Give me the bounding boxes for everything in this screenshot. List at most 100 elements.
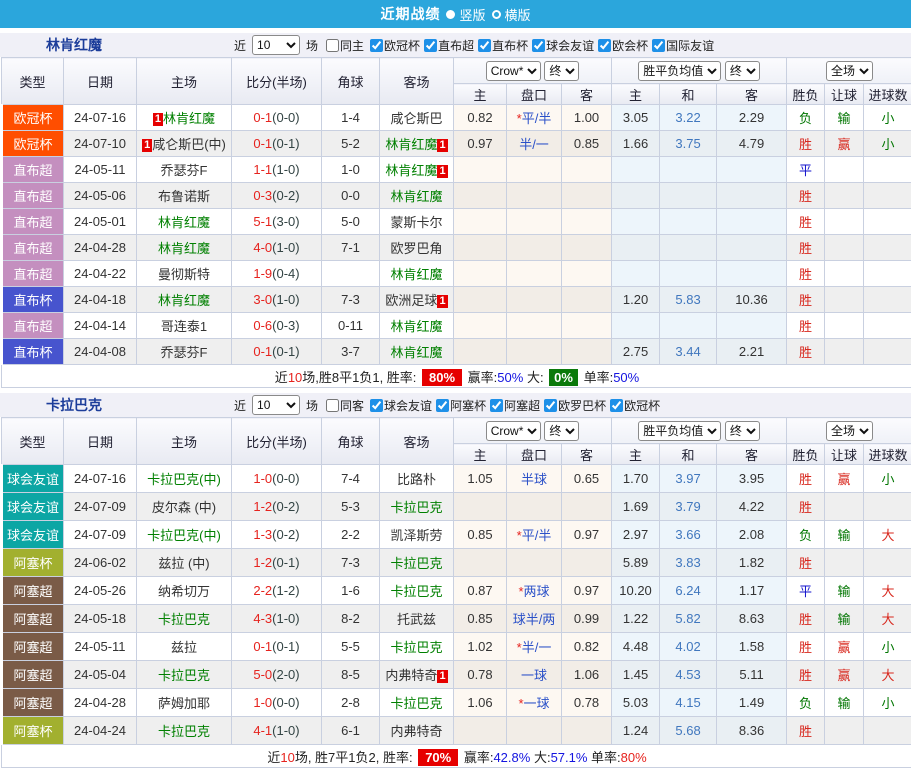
league-filter-input[interactable] bbox=[478, 39, 491, 52]
avg-odds-cell: 8.36 bbox=[717, 717, 787, 745]
fulltime-score: 1-2 bbox=[253, 555, 272, 570]
match-count-select[interactable]: 10 bbox=[252, 35, 300, 55]
odds-cell bbox=[562, 209, 612, 235]
halftime-score: (0-2) bbox=[272, 527, 299, 542]
scope-group-header: 全场 bbox=[787, 58, 911, 84]
league-filter-input[interactable] bbox=[436, 399, 449, 412]
home-team-name: 乔瑟芬F bbox=[161, 163, 208, 178]
col-odds-home: 主 bbox=[454, 444, 507, 465]
avg-odds-cell: 5.11 bbox=[717, 661, 787, 689]
league-filter-checkbox[interactable]: 欧罗巴杯 bbox=[540, 397, 606, 414]
handicap-result-cell: 赢 bbox=[825, 465, 864, 493]
wdl-result-cell: 胜 bbox=[787, 493, 825, 521]
odds-cell bbox=[454, 157, 507, 183]
league-filter-checkbox[interactable]: 阿塞杯 bbox=[432, 397, 486, 414]
home-team-cell: 卡拉巴克 bbox=[137, 661, 232, 689]
league-filter-input[interactable] bbox=[532, 39, 545, 52]
odds-cell: 0.97 bbox=[562, 521, 612, 549]
league-type-cell: 直布超 bbox=[2, 313, 64, 339]
league-filter-checkbox[interactable]: 欧会杯 bbox=[594, 37, 648, 54]
league-filter-input[interactable] bbox=[490, 399, 503, 412]
summary-segment: 50% bbox=[613, 370, 639, 385]
halftime-score: (0-0) bbox=[272, 695, 299, 710]
handicap-result-cell bbox=[825, 261, 864, 287]
avg-odds-cell: 4.48 bbox=[612, 633, 660, 661]
date-cell: 24-04-14 bbox=[64, 313, 137, 339]
away-team-name: 内弗特奇 bbox=[385, 668, 437, 683]
date-cell: 24-05-04 bbox=[64, 661, 137, 689]
home-team-cell: 兹拉 (中) bbox=[137, 549, 232, 577]
avg-odds-cell: 3.95 bbox=[717, 465, 787, 493]
league-type-cell: 阿塞超 bbox=[2, 577, 64, 605]
same-venue-input[interactable] bbox=[326, 39, 339, 52]
same-venue-checkbox[interactable]: 同主 bbox=[322, 37, 364, 54]
corner-cell: 3-7 bbox=[322, 339, 380, 365]
league-filter-checkbox[interactable]: 阿塞超 bbox=[486, 397, 540, 414]
avg-odds-cell: 1.17 bbox=[717, 577, 787, 605]
home-team-name: 纳希切万 bbox=[158, 584, 210, 599]
score-cell: 4-0(1-0) bbox=[232, 235, 322, 261]
league-filter-label: 直布杯 bbox=[492, 37, 528, 54]
layout-horizontal-label: 横版 bbox=[505, 5, 531, 24]
fulltime-score: 0-6 bbox=[253, 318, 272, 333]
wdl-result-cell: 平 bbox=[787, 577, 825, 605]
date-cell: 24-04-08 bbox=[64, 339, 137, 365]
radio-unselected-icon bbox=[492, 10, 501, 19]
league-filter-checkbox[interactable]: 直布杯 bbox=[474, 37, 528, 54]
scope-select[interactable]: 全场 bbox=[826, 61, 873, 81]
odds-company-select[interactable]: Crow* bbox=[486, 421, 541, 441]
same-venue-input[interactable] bbox=[326, 399, 339, 412]
home-team-cell: 萨姆加耶 bbox=[137, 689, 232, 717]
league-filter-checkbox[interactable]: 直布超 bbox=[420, 37, 474, 54]
avg-time-select[interactable]: 终 bbox=[725, 61, 760, 81]
league-filter-checkbox[interactable]: 欧冠杯 bbox=[606, 397, 660, 414]
avg-type-select[interactable]: 胜平负均值 bbox=[638, 61, 721, 81]
odds-cell: 0.97 bbox=[562, 577, 612, 605]
away-team-cell: 凯泽斯劳 bbox=[380, 521, 454, 549]
league-filter-checkbox[interactable]: 球会友谊 bbox=[366, 397, 432, 414]
league-filter-input[interactable] bbox=[652, 39, 665, 52]
summary-segment: 场, 胜7平1负2, 胜率: bbox=[295, 750, 416, 765]
layout-horizontal-radio[interactable]: 横版 bbox=[492, 5, 531, 24]
date-cell: 24-07-10 bbox=[64, 131, 137, 157]
match-count-select[interactable]: 10 bbox=[252, 395, 300, 415]
league-filter-input[interactable] bbox=[598, 39, 611, 52]
match-row: 直布超24-05-11乔瑟芬F1-1(1-0)1-0林肯红魔1平 bbox=[2, 157, 911, 183]
wdl-result-cell: 负 bbox=[787, 689, 825, 717]
league-filter-input[interactable] bbox=[370, 399, 383, 412]
avg-type-select[interactable]: 胜平负均值 bbox=[638, 421, 721, 441]
league-filter-input[interactable] bbox=[610, 399, 623, 412]
away-team-cell: 林肯红魔1 bbox=[380, 131, 454, 157]
col-type: 类型 bbox=[2, 58, 64, 105]
league-filter-checkbox[interactable]: 欧冠杯 bbox=[366, 37, 420, 54]
odds-time-select[interactable]: 终 bbox=[544, 61, 579, 81]
league-filter-input[interactable] bbox=[424, 39, 437, 52]
league-filter-input[interactable] bbox=[370, 39, 383, 52]
corner-cell: 2-8 bbox=[322, 689, 380, 717]
avg-group-header: 胜平负均值 终 bbox=[612, 58, 787, 84]
away-team-cell: 卡拉巴克 bbox=[380, 633, 454, 661]
league-type-cell: 阿塞杯 bbox=[2, 549, 64, 577]
league-filter-input[interactable] bbox=[544, 399, 557, 412]
scope-select[interactable]: 全场 bbox=[826, 421, 873, 441]
summary-segment: 80% bbox=[422, 369, 462, 386]
handicap-result-cell bbox=[825, 287, 864, 313]
league-filter-checkbox[interactable]: 球会友谊 bbox=[528, 37, 594, 54]
col-avg-home: 主 bbox=[612, 84, 660, 105]
same-venue-checkbox[interactable]: 同客 bbox=[322, 397, 364, 414]
layout-vertical-radio[interactable]: 竖版 bbox=[446, 5, 485, 24]
avg-time-select[interactable]: 终 bbox=[725, 421, 760, 441]
odds-time-select[interactable]: 终 bbox=[544, 421, 579, 441]
halftime-score: (0-1) bbox=[272, 639, 299, 654]
summary-row: 近10场, 胜7平1负2, 胜率: 70% 赢率:42.8% 大:57.1% 单… bbox=[2, 745, 911, 768]
wdl-result-cell: 胜 bbox=[787, 465, 825, 493]
summary-segment: 10 bbox=[280, 750, 294, 765]
odds-company-select[interactable]: Crow* bbox=[486, 61, 541, 81]
away-team-cell: 内弗特奇1 bbox=[380, 661, 454, 689]
handicap-cell: *两球 bbox=[507, 577, 562, 605]
wdl-result-cell: 负 bbox=[787, 521, 825, 549]
goals-result-cell bbox=[864, 717, 911, 745]
corner-cell: 7-3 bbox=[322, 287, 380, 313]
league-filter-checkbox[interactable]: 国际友谊 bbox=[648, 37, 714, 54]
avg-odds-cell: 4.79 bbox=[717, 131, 787, 157]
